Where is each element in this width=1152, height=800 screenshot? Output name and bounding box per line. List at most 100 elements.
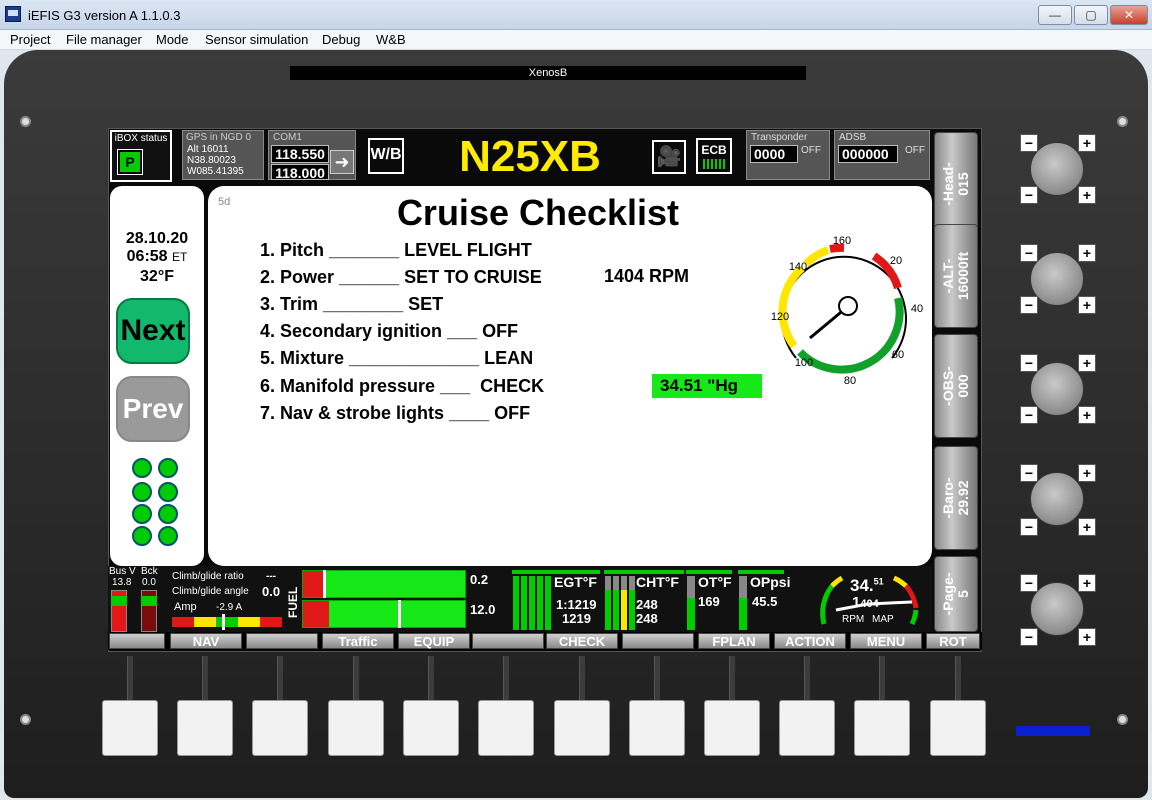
gauge-red-arc: [829, 243, 845, 253]
knob-minus-button[interactable]: −: [1020, 354, 1038, 372]
checklist-item[interactable]: 4. Secondary ignition ___ OFF: [260, 321, 518, 342]
checklist-item[interactable]: 7. Nav & strobe lights ____ OFF: [260, 403, 530, 424]
menu-mode[interactable]: Mode: [156, 32, 189, 47]
adsb-label: ADSB: [839, 132, 867, 143]
weight-balance-icon[interactable]: W/B: [368, 138, 404, 174]
softkey-fplan[interactable]: FPLAN: [698, 633, 770, 649]
softkey-obs[interactable]: -OBS- 000: [934, 334, 978, 438]
knob-altitude[interactable]: [1030, 252, 1084, 306]
menu-sensor-simulation[interactable]: Sensor simulation: [205, 32, 308, 47]
checklist-item[interactable]: 5. Mixture _____________ LEAN: [260, 348, 533, 369]
softkey-action[interactable]: ACTION: [774, 633, 846, 649]
gauge-tick-label: 160: [833, 235, 851, 247]
knob-obs[interactable]: [1030, 362, 1084, 416]
knob-page[interactable]: [1030, 582, 1084, 636]
checklist-item[interactable]: 6. Manifold pressure ___ CHECK: [260, 376, 544, 397]
rpm-mini-decimal: 404: [860, 598, 879, 610]
knob-minus-button[interactable]: −: [1020, 186, 1038, 204]
knob-minus-button[interactable]: −: [1020, 518, 1038, 536]
hardware-button[interactable]: [779, 700, 835, 756]
status-led: [158, 458, 178, 478]
com-standby-frequency[interactable]: 118.000: [271, 164, 329, 181]
gauge-tick-label: 100: [795, 357, 813, 369]
menu-debug[interactable]: Debug: [322, 32, 360, 47]
checklist-item[interactable]: 3. Trim ________ SET: [260, 294, 443, 315]
tail-number: N25XB: [459, 132, 601, 181]
softkey-altitude[interactable]: -ALT- 16000ft: [934, 224, 978, 328]
knob-plus-button[interactable]: +: [1078, 518, 1096, 536]
knob-minus-button[interactable]: −: [1020, 406, 1038, 424]
button-stem: [654, 656, 660, 702]
hardware-button[interactable]: [854, 700, 910, 756]
gauge-tick-label: 80: [844, 375, 856, 387]
softkey-equip[interactable]: EQUIP: [398, 633, 470, 649]
softkey-blank[interactable]: [622, 633, 694, 649]
hardware-button[interactable]: [403, 700, 459, 756]
prev-button[interactable]: Prev: [116, 376, 190, 442]
screw-icon: [1117, 714, 1128, 725]
softkey-nav[interactable]: NAV: [170, 633, 242, 649]
softkey-blank[interactable]: [109, 633, 165, 649]
hardware-button[interactable]: [930, 700, 986, 756]
maximize-button[interactable]: ▢: [1074, 5, 1108, 25]
softkey-heading[interactable]: -Head- 015: [934, 132, 978, 236]
knob-minus-button[interactable]: −: [1020, 244, 1038, 262]
softkey-baro[interactable]: -Baro- 29.92: [934, 446, 978, 550]
knob-plus-button[interactable]: +: [1078, 574, 1096, 592]
softkey-check[interactable]: CHECK: [546, 633, 618, 649]
softkey-blank[interactable]: [472, 633, 544, 649]
knob-minus-button[interactable]: −: [1020, 574, 1038, 592]
hardware-button[interactable]: [554, 700, 610, 756]
egt-bar: [513, 576, 519, 630]
knob-minus-button[interactable]: −: [1020, 296, 1038, 314]
checklist-item[interactable]: 2. Power ______ SET TO CRUISE: [260, 267, 542, 288]
hardware-button[interactable]: [177, 700, 233, 756]
camera-icon[interactable]: 🎥: [652, 140, 686, 174]
menu-file-manager[interactable]: File manager: [66, 32, 142, 47]
knob-plus-button[interactable]: +: [1078, 134, 1096, 152]
knob-plus-button[interactable]: +: [1078, 406, 1096, 424]
softkey-menu[interactable]: MENU: [850, 633, 922, 649]
adsb-box[interactable]: ADSB 000000 OFF: [834, 130, 930, 180]
softkey-blank[interactable]: [246, 633, 318, 649]
checklist-item[interactable]: 1. Pitch _______ LEVEL FLIGHT: [260, 240, 532, 261]
knob-minus-button[interactable]: −: [1020, 628, 1038, 646]
button-stem: [579, 656, 585, 702]
frequency-swap-icon[interactable]: ➜: [330, 150, 354, 174]
hardware-button[interactable]: [704, 700, 760, 756]
knob-heading[interactable]: [1030, 142, 1084, 196]
knob-plus-button[interactable]: +: [1078, 244, 1096, 262]
mini-gauge-yellow-arc: [892, 575, 908, 588]
hardware-button[interactable]: [252, 700, 308, 756]
knob-plus-button[interactable]: +: [1078, 628, 1096, 646]
transponder-code[interactable]: 0000: [750, 145, 798, 163]
com-active-frequency[interactable]: 118.550: [271, 145, 329, 163]
transponder-box[interactable]: Transponder 0000 OFF: [746, 130, 830, 180]
menu-project[interactable]: Project: [10, 32, 50, 47]
close-button[interactable]: ✕: [1110, 5, 1148, 25]
minimize-button[interactable]: —: [1038, 5, 1072, 25]
hardware-button[interactable]: [328, 700, 384, 756]
softkey-page[interactable]: -Page- 5: [934, 556, 978, 632]
next-button[interactable]: Next: [116, 298, 190, 364]
knob-plus-button[interactable]: +: [1078, 464, 1096, 482]
amp-label: Amp: [174, 601, 197, 613]
knob-plus-button[interactable]: +: [1078, 186, 1096, 204]
hardware-button[interactable]: [629, 700, 685, 756]
menu-wb[interactable]: W&B: [376, 32, 406, 47]
knob-minus-button[interactable]: −: [1020, 134, 1038, 152]
softkey-label: -Head- 015: [940, 162, 971, 206]
ecb-icon[interactable]: ECB: [696, 138, 732, 174]
softkey-traffic[interactable]: Traffic: [322, 633, 394, 649]
knob-baro[interactable]: [1030, 472, 1084, 526]
knob-plus-button[interactable]: +: [1078, 354, 1096, 372]
softkey-rot[interactable]: ROT: [926, 633, 980, 649]
knob-plus-button[interactable]: +: [1078, 296, 1096, 314]
gps-box[interactable]: GPS in NGD 0 Alt 16011 N38.80023 W085.41…: [182, 130, 264, 180]
knob-minus-button[interactable]: −: [1020, 464, 1038, 482]
backup-voltage-value: 0.0: [142, 577, 156, 588]
screw-icon: [20, 714, 31, 725]
bus-voltage-value: 13.8: [112, 577, 132, 588]
hardware-button[interactable]: [102, 700, 158, 756]
hardware-button[interactable]: [478, 700, 534, 756]
